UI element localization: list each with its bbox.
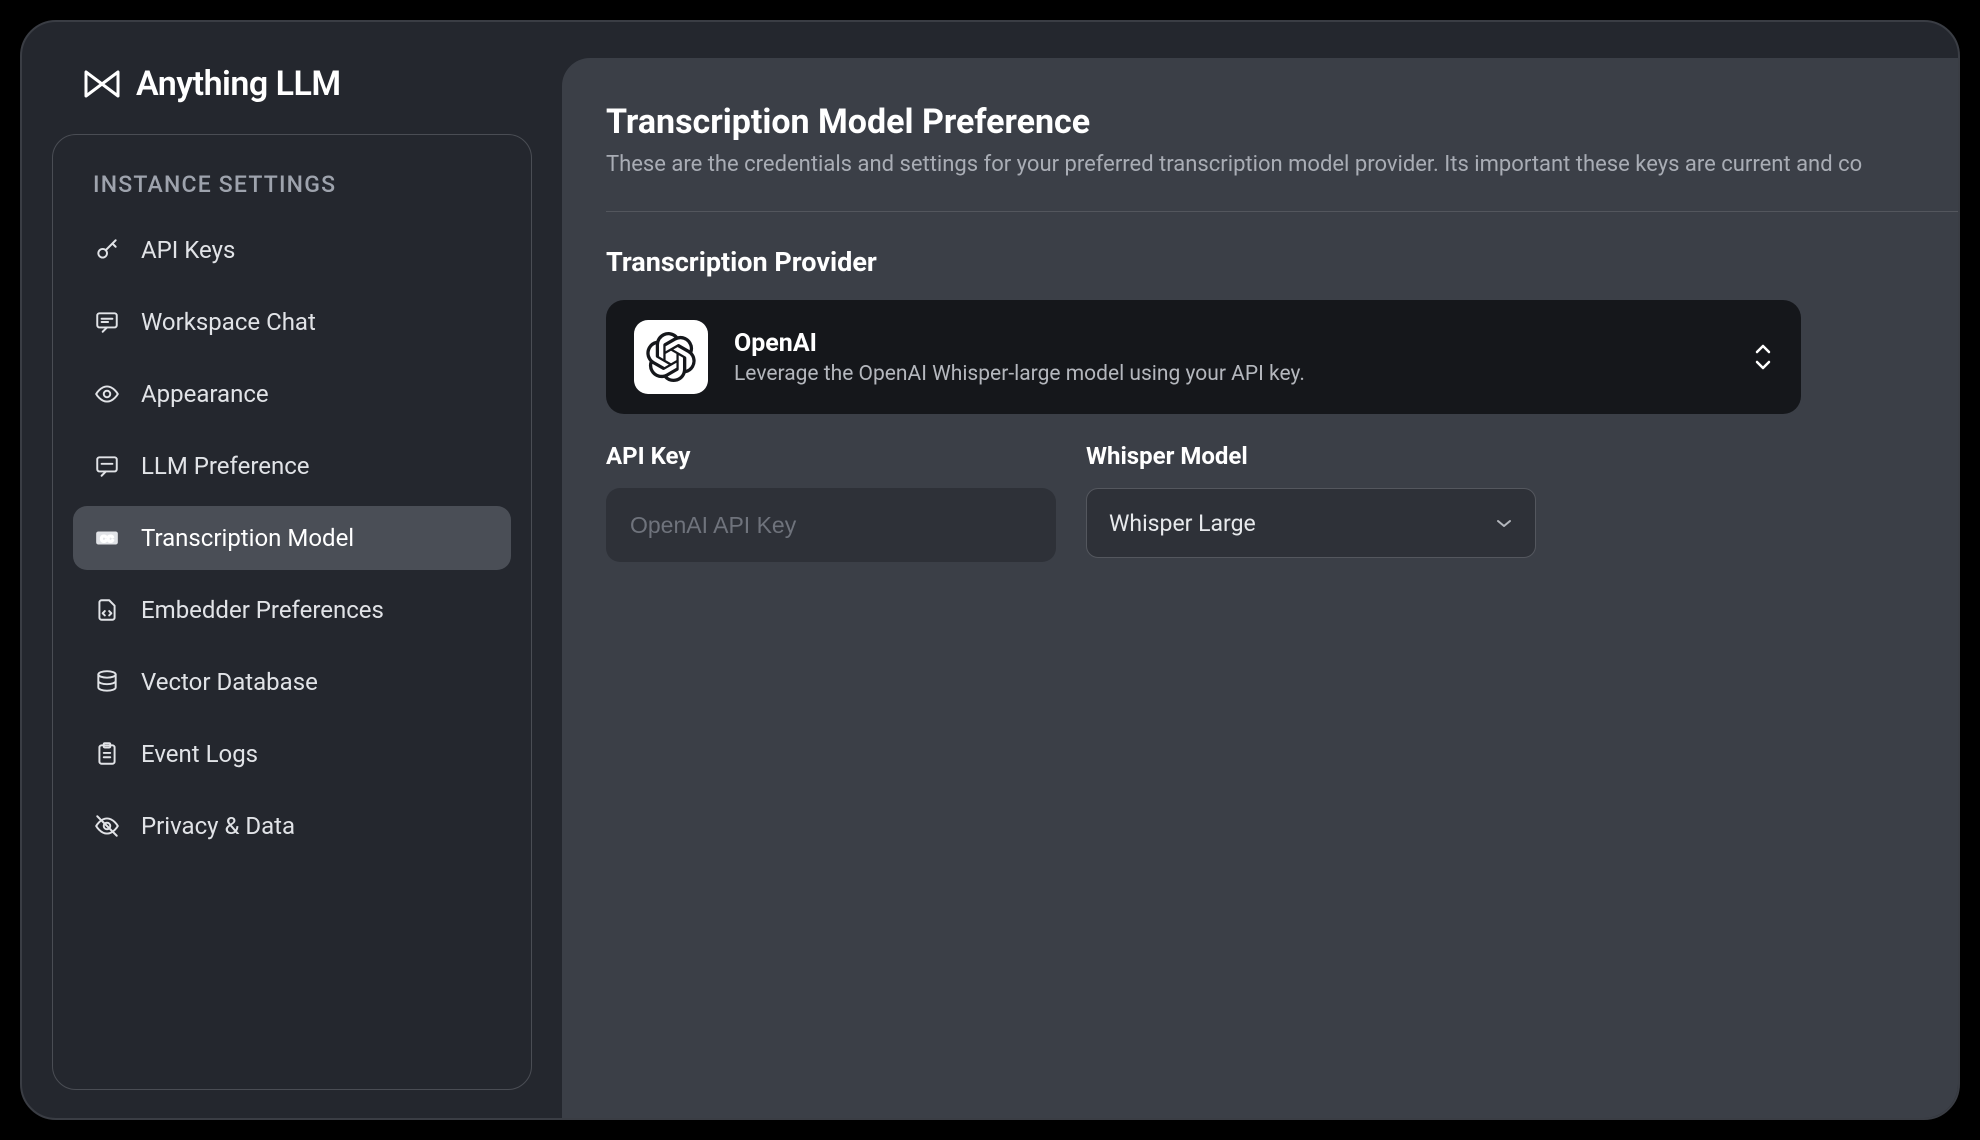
sidebar-item-label: Privacy & Data (141, 812, 295, 840)
page-subtitle: These are the credentials and settings f… (606, 152, 1958, 177)
nav-list: API Keys Workspace Chat Appearance (73, 218, 511, 858)
main-content: Transcription Model Preference These are… (562, 58, 1958, 1118)
cc-icon: CC (93, 524, 121, 552)
key-icon (93, 236, 121, 264)
sidebar-item-label: Transcription Model (141, 524, 354, 552)
api-key-field-group: API Key (606, 442, 1056, 562)
sidebar-panel: INSTANCE SETTINGS API Keys Workspace Cha… (52, 134, 532, 1090)
chevron-up-down-icon (1753, 343, 1773, 371)
provider-description: Leverage the OpenAI Whisper-large model … (734, 362, 1727, 386)
brand-name: Anything LLM (136, 64, 341, 104)
whisper-model-select[interactable]: Whisper Large (1086, 488, 1536, 558)
form-row: API Key Whisper Model Whisper Large (606, 442, 1958, 562)
sidebar-section-header: INSTANCE SETTINGS (73, 163, 511, 218)
sidebar-item-api-keys[interactable]: API Keys (73, 218, 511, 282)
sidebar-item-label: Embedder Preferences (141, 596, 384, 624)
page-title: Transcription Model Preference (606, 102, 1958, 142)
sidebar-item-label: Appearance (141, 380, 269, 408)
api-key-input[interactable] (606, 488, 1056, 562)
file-code-icon (93, 596, 121, 624)
message-icon (93, 452, 121, 480)
sidebar-item-label: Event Logs (141, 740, 258, 768)
openai-logo-icon (634, 320, 708, 394)
provider-section-title: Transcription Provider (606, 246, 1958, 278)
whisper-model-selected: Whisper Large (1109, 510, 1495, 537)
provider-text: OpenAI Leverage the OpenAI Whisper-large… (734, 329, 1727, 386)
brand-logo-icon (82, 64, 122, 104)
sidebar-item-embedder-preferences[interactable]: Embedder Preferences (73, 578, 511, 642)
clipboard-icon (93, 740, 121, 768)
app-window: Anything LLM INSTANCE SETTINGS API Keys … (20, 20, 1960, 1120)
divider (606, 211, 1958, 212)
provider-name: OpenAI (734, 329, 1727, 358)
sidebar: Anything LLM INSTANCE SETTINGS API Keys … (22, 22, 562, 1118)
sidebar-item-label: Workspace Chat (141, 308, 316, 336)
chat-icon (93, 308, 121, 336)
sidebar-item-vector-database[interactable]: Vector Database (73, 650, 511, 714)
sidebar-item-privacy-data[interactable]: Privacy & Data (73, 794, 511, 858)
eye-icon (93, 380, 121, 408)
brand: Anything LLM (52, 50, 532, 134)
whisper-model-field-group: Whisper Model Whisper Large (1086, 442, 1536, 562)
eye-off-icon (93, 812, 121, 840)
provider-selector[interactable]: OpenAI Leverage the OpenAI Whisper-large… (606, 300, 1801, 414)
sidebar-item-appearance[interactable]: Appearance (73, 362, 511, 426)
chevron-down-icon (1495, 514, 1513, 533)
sidebar-item-workspace-chat[interactable]: Workspace Chat (73, 290, 511, 354)
sidebar-item-label: Vector Database (141, 668, 318, 696)
sidebar-item-transcription-model[interactable]: CC Transcription Model (73, 506, 511, 570)
whisper-model-label: Whisper Model (1086, 442, 1536, 470)
sidebar-item-llm-preference[interactable]: LLM Preference (73, 434, 511, 498)
sidebar-item-label: LLM Preference (141, 452, 310, 480)
database-icon (93, 668, 121, 696)
api-key-label: API Key (606, 442, 1056, 470)
sidebar-item-event-logs[interactable]: Event Logs (73, 722, 511, 786)
svg-text:CC: CC (100, 534, 114, 544)
sidebar-item-label: API Keys (141, 236, 235, 264)
